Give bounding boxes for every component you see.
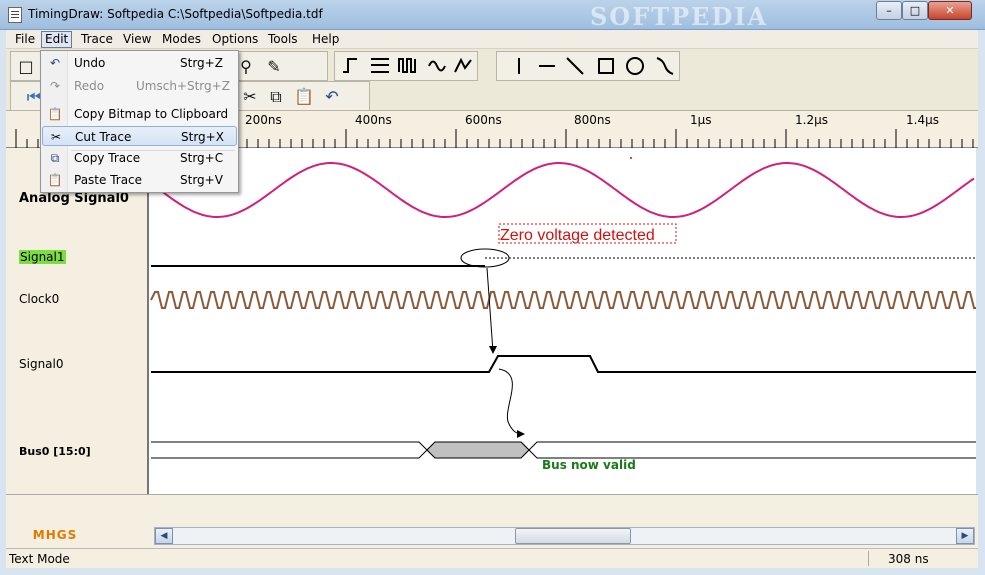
menu-options[interactable]: Options [209,32,261,46]
status-separator [868,551,869,566]
waveform-tool-icons[interactable] [335,52,479,80]
close-button[interactable]: ✕ [928,1,972,20]
signal-name-signal0[interactable]: Signal0 [19,357,64,371]
horizontal-scrollbar[interactable]: ◀ ▶ [154,527,975,545]
watermark-text: SOFTPEDIA [590,2,769,31]
arrow-signal0-to-bus [498,368,524,435]
ruler-label-800ns: 800ns [574,113,611,127]
minimize-button[interactable]: – [876,1,902,20]
copy-icon: ⧉ [50,151,60,165]
title-bar: TimingDraw: Softpedia C:\Softpedia\Softp… [0,0,985,31]
paste-icon: 📋 [47,173,63,187]
zero-voltage-label: Zero voltage detected [500,227,655,244]
menu-bar: File Edit Trace View Modes Options Tools… [6,30,978,49]
menu-view[interactable]: View [120,32,154,46]
bus0-trace [151,441,976,459]
redo-icon: ↷ [49,79,61,93]
toolbar-cut-icon[interactable]: ✂ [237,84,263,110]
scroll-thumb[interactable] [515,528,631,544]
clipboard-icon: 📋 [47,107,63,121]
status-bar: Text Mode 308 ns [6,548,978,568]
bus-valid-label: Bus now valid [542,458,636,472]
menu-edit[interactable]: Edit [41,31,73,48]
signal-name-panel: Analog Signal0 Signal1 Clock0 Signal0 Bu… [6,148,149,494]
analog-signal0-trace [149,162,975,218]
menu-item-cut-trace[interactable]: ✂ Cut Trace Strg+X [42,126,237,146]
arrowhead-bus [517,430,525,438]
ruler-label-1-2us: 1.2µs [795,113,828,127]
menu-item-redo[interactable]: ↷ Redo Umsch+Strg+Z [42,76,237,96]
arrow-zero-to-signal0 [486,267,494,353]
menu-item-copy-trace-shortcut: Strg+C [180,151,224,165]
menu-item-cut-trace-label: Cut Trace [75,130,132,144]
arrowhead-signal0 [489,346,497,354]
ruler-label-1-4us: 1.4µs [906,113,939,127]
mhgs-logo: MHGS [32,528,78,542]
signal-name-analog0[interactable]: Analog Signal0 [19,191,129,206]
menu-item-copy-bitmap[interactable]: 📋 Copy Bitmap to Clipboard [42,104,237,124]
app-document-icon [8,7,22,23]
menu-item-undo[interactable]: ↶ Undo Strg+Z [42,53,237,73]
ruler-label-400ns: 400ns [355,113,392,127]
maximize-button[interactable]: □ [902,1,928,20]
menu-item-redo-shortcut: Umsch+Strg+Z [136,79,230,93]
menu-file[interactable]: File [12,32,38,46]
ruler-label-1us: 1µs [690,113,712,127]
edit-menu-dropdown: ↶ Undo Strg+Z ↷ Redo Umsch+Strg+Z 📋 Copy… [40,50,239,193]
menu-item-copy-trace-label: Copy Trace [74,151,141,165]
menu-item-paste-trace-label: Paste Trace [74,173,143,187]
scroll-left-icon[interactable]: ◀ [155,528,173,544]
menu-item-undo-label: Undo [74,56,106,70]
undo-icon: ↶ [49,56,61,70]
clock0-trace [150,291,976,309]
toolbar-undo-icon[interactable]: ↶ [319,84,345,110]
ruler-label-200ns: 200ns [245,113,282,127]
status-time: 308 ns [888,552,929,566]
status-mode: Text Mode [9,552,70,566]
menu-tools[interactable]: Tools [265,32,301,46]
menu-item-paste-trace[interactable]: 📋 Paste Trace Strg+V [42,170,237,190]
scissors-icon: ✂ [50,130,62,144]
new-file-icon[interactable]: □ [13,54,39,80]
menu-trace[interactable]: Trace [78,32,116,46]
toolbar-copy-icon[interactable]: ⧉ [263,84,289,110]
marker-dot [630,157,632,159]
menu-modes[interactable]: Modes [159,32,204,46]
menu-item-undo-shortcut: Strg+Z [180,56,223,70]
signal0-trace [151,355,976,373]
menu-help[interactable]: Help [309,32,342,46]
ruler-tool-icon[interactable]: ✎ [261,54,287,80]
menu-item-copy-trace[interactable]: ⧉ Copy Trace Strg+C [42,148,237,168]
signal-name-bus0[interactable]: Bus0 [15:0] [19,445,91,458]
window-title: TimingDraw: Softpedia C:\Softpedia\Softp… [28,7,323,21]
waveform-canvas[interactable]: Zero voltage detected Bus now valid [149,148,976,494]
toolbar-drawing-group [496,51,680,81]
toolbar-paste-icon[interactable]: 📋 [291,84,317,110]
scroll-right-icon[interactable]: ▶ [956,528,974,544]
drawing-tool-icons[interactable] [497,52,681,80]
signal-name-signal1[interactable]: Signal1 [19,250,66,264]
waveform-drawing: Zero voltage detected Bus now valid [149,157,976,472]
menu-item-redo-label: Redo [74,79,105,93]
menu-item-cut-trace-shortcut: Strg+X [181,130,224,144]
signal-name-clock0[interactable]: Clock0 [19,292,59,306]
toolbar-waveform-group [334,51,478,81]
menu-item-copy-bitmap-label: Copy Bitmap to Clipboard [74,107,229,121]
bus0-invalid-region [426,441,530,459]
ruler-label-600ns: 600ns [465,113,502,127]
menu-item-paste-trace-shortcut: Strg+V [180,173,223,187]
lower-panel: MHGS ◀ ▶ [6,494,978,548]
